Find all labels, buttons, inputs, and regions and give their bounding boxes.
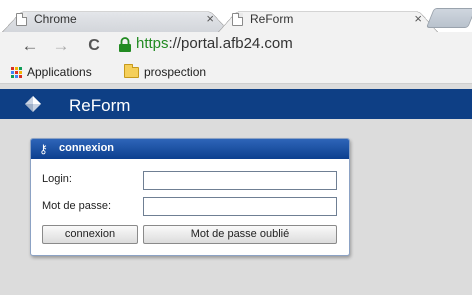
page-icon [232,13,243,26]
url-host: ://portal.afb24.com [168,35,293,52]
folder-icon [124,63,139,78]
close-icon[interactable]: × [206,11,214,26]
key-icon: ⚷ [39,142,48,156]
back-button[interactable]: ← [20,36,40,56]
tab-strip: Chrome × ReForm × [0,0,472,32]
close-icon[interactable]: × [414,11,422,26]
url-text[interactable]: https://portal.afb24.com [136,35,293,52]
login-panel: ⚷ connexion Login: Mot de passe: connexi… [30,138,350,256]
tab-reform[interactable]: ReForm × [218,6,438,32]
tab-title: Chrome [34,12,77,26]
forgot-password-button[interactable]: Mot de passe oublié [143,225,337,244]
reload-button[interactable]: C [84,36,104,56]
url-scheme: https [136,35,169,52]
password-label: Mot de passe: [42,200,112,212]
lock-icon [119,37,131,52]
tab-title: ReForm [250,12,294,26]
login-label: Login: [42,173,72,185]
panel-title: connexion [59,142,115,154]
app-title: ReForm [69,96,131,115]
tab-chrome[interactable]: Chrome × [2,6,230,32]
panel-header: ⚷ connexion [31,139,349,159]
reform-logo-icon [25,96,41,112]
bookmark-applications[interactable]: Applications [11,64,92,80]
password-input[interactable] [143,197,337,216]
login-input[interactable] [143,171,337,190]
forward-button[interactable]: → [51,36,71,56]
new-tab-button[interactable] [425,8,472,28]
bookmarks-bar: Applications prospection [0,60,472,84]
bookmark-label: prospection [144,65,207,79]
bookmark-prospection[interactable]: prospection [124,63,207,80]
bookmark-label: Applications [27,65,92,79]
connexion-button[interactable]: connexion [42,225,138,244]
page-icon [16,13,27,26]
apps-grid-icon [11,66,22,78]
